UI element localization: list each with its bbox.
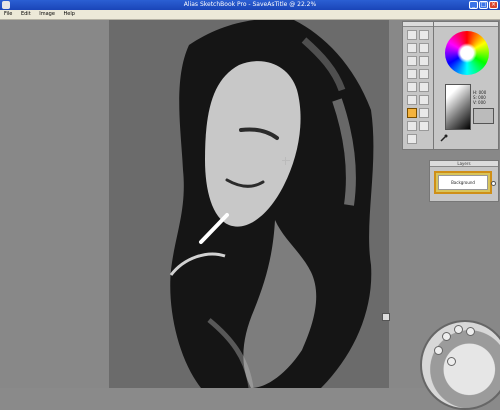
canvas-resize-handle[interactable] [382,313,390,321]
maximize-icon[interactable]: □ [479,1,488,9]
layer-name: Background [438,175,488,190]
menu-bar: File Edit Image Help [0,10,500,20]
smudge-icon[interactable] [419,56,429,66]
menu-image[interactable]: Image [39,10,55,19]
layer-thumbnail[interactable]: Background [434,171,492,194]
pen-icon[interactable] [407,95,417,105]
eraser-icon[interactable] [407,56,417,66]
hsv-readout: H: 000 S: 000 V: 000 [473,90,487,105]
sharpen-icon[interactable] [419,69,429,79]
close-icon[interactable]: × [489,1,498,9]
lagoon-zoom-icon[interactable] [447,357,456,366]
crosshair-cursor-icon [282,157,290,165]
tool-preset-icon[interactable] [407,134,417,144]
pencil-icon[interactable] [419,30,429,40]
current-color-swatch[interactable] [473,108,494,124]
gradient-icon[interactable] [419,82,429,92]
lagoon-icon[interactable] [420,320,500,410]
minimize-icon[interactable]: _ [469,1,478,9]
airbrush-icon[interactable] [419,43,429,53]
active-brush-icon[interactable] [407,108,417,118]
color-editor-panel: H: 000 S: 000 V: 000 [433,21,499,150]
drawing-canvas[interactable] [109,20,389,388]
lagoon-color-icon[interactable] [434,346,443,355]
color-wheel-icon[interactable] [445,31,489,75]
window-title: Alias SketchBook Pro - SaveAsTitle @ 22.… [183,1,317,8]
layer-visibility-icon[interactable] [491,181,496,186]
brush-icon[interactable] [407,30,417,40]
lagoon-undo-icon[interactable] [442,332,451,341]
menu-edit[interactable]: Edit [21,10,31,19]
fill-icon[interactable] [407,82,417,92]
layer-editor-panel: Layers Background [429,160,499,202]
layer-editor-title: Layers [430,161,498,167]
lagoon-brush-icon[interactable] [466,327,475,336]
color-editor-header[interactable] [434,22,498,27]
lagoon-redo-icon[interactable] [454,325,463,334]
window-controls: _ □ × [469,1,498,9]
eyedropper-icon[interactable] [439,133,449,143]
value-triangle[interactable] [445,84,471,130]
ink-icon[interactable] [419,95,429,105]
paint-icon[interactable] [419,108,429,118]
title-bar: Alias SketchBook Pro - SaveAsTitle @ 22.… [0,0,500,10]
tool-palette-header[interactable] [403,22,433,27]
menu-help[interactable]: Help [64,10,75,19]
artwork [109,20,389,388]
blur-icon[interactable] [407,69,417,79]
v-value: 000 [478,100,486,105]
tool-palette [402,21,434,150]
menu-file[interactable]: File [4,10,12,19]
v-label: V [473,100,476,105]
tool-opacity-icon[interactable] [419,121,429,131]
tool-size-icon[interactable] [407,121,417,131]
marker-icon[interactable] [407,43,417,53]
